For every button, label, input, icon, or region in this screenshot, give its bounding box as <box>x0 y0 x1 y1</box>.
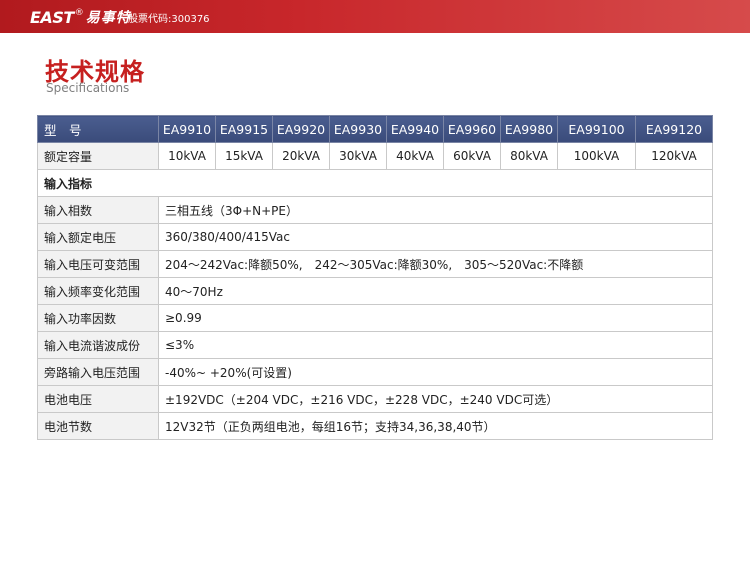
section-heading: 输入指标 <box>37 169 713 197</box>
model-cell: EA99120 <box>635 115 713 143</box>
capacity-cell: 15kVA <box>215 142 273 170</box>
east-logo: EAST ® 易事特 <box>30 6 131 28</box>
spec-row: 输入电压可变范围 204～242Vac:降额50%, 242～305Vac:降额3… <box>37 250 713 278</box>
logo-chinese-name: 易事特 <box>85 10 131 26</box>
spec-label: 输入频率变化范围 <box>37 277 159 305</box>
capacity-cell: 80kVA <box>500 142 558 170</box>
spec-value: 360/380/400/415Vac <box>158 223 713 251</box>
spec-label: 输入功率因数 <box>37 304 159 332</box>
capacity-label: 额定容量 <box>37 142 159 170</box>
spec-value: 204～242Vac:降额50%, 242～305Vac:降额30%, 305～… <box>158 250 713 278</box>
section-row-input: 输入指标 <box>37 169 713 197</box>
spec-row: 电池电压 ±192VDC（±204 VDC，±216 VDC，±228 VDC，±… <box>37 385 713 413</box>
spec-label: 旁路输入电压范围 <box>37 358 159 386</box>
spec-value: 12V32节（正负两组电池，每组16节；支持34,36,38,40节） <box>158 412 713 440</box>
spec-value: 40～70Hz <box>158 277 713 305</box>
model-cell: EA9930 <box>329 115 387 143</box>
spec-row: 输入电流谐波成份 ≤3% <box>37 331 713 359</box>
spec-row: 输入功率因数 ≥0.99 <box>37 304 713 332</box>
spec-value: ≤3% <box>158 331 713 359</box>
spec-label: 电池电压 <box>37 385 159 413</box>
model-cell: EA9980 <box>500 115 558 143</box>
spec-row: 输入相数 三相五线（3Φ+N+PE） <box>37 196 713 224</box>
capacity-cell: 100kVA <box>557 142 636 170</box>
capacity-row: 额定容量 10kVA 15kVA 20kVA 30kVA 40kVA 60kVA… <box>37 142 713 170</box>
spec-value: -40%~ +20%(可设置) <box>158 358 713 386</box>
model-cell: EA9960 <box>443 115 501 143</box>
capacity-cell: 40kVA <box>386 142 444 170</box>
model-cell: EA9915 <box>215 115 273 143</box>
spec-label: 输入相数 <box>37 196 159 224</box>
capacity-cell: 60kVA <box>443 142 501 170</box>
capacity-cell: 120kVA <box>635 142 713 170</box>
model-cell: EA99100 <box>557 115 636 143</box>
spec-label: 输入电压可变范围 <box>37 250 159 278</box>
model-cell: EA9940 <box>386 115 444 143</box>
capacity-cell: 20kVA <box>272 142 330 170</box>
top-banner: EAST ® 易事特 股票代码:300376 <box>0 0 750 33</box>
spec-label: 输入电流谐波成份 <box>37 331 159 359</box>
registered-mark: ® <box>74 8 84 18</box>
spec-table: 型 号 EA9910 EA9915 EA9920 EA9930 EA9940 E… <box>37 115 713 440</box>
spec-value: ≥0.99 <box>158 304 713 332</box>
capacity-cell: 30kVA <box>329 142 387 170</box>
spec-row: 输入额定电压 360/380/400/415Vac <box>37 223 713 251</box>
spec-row: 电池节数 12V32节（正负两组电池，每组16节；支持34,36,38,40节） <box>37 412 713 440</box>
model-row: 型 号 EA9910 EA9915 EA9920 EA9930 EA9940 E… <box>37 115 713 143</box>
spec-row: 输入频率变化范围 40～70Hz <box>37 277 713 305</box>
model-label: 型 号 <box>37 115 159 143</box>
model-cell: EA9910 <box>158 115 216 143</box>
spec-label: 电池节数 <box>37 412 159 440</box>
model-cell: EA9920 <box>272 115 330 143</box>
spec-value: ±192VDC（±204 VDC，±216 VDC，±228 VDC，±240 … <box>158 385 713 413</box>
spec-label: 输入额定电压 <box>37 223 159 251</box>
stock-code: 股票代码:300376 <box>128 14 210 25</box>
page-subtitle: Specifications <box>46 81 130 95</box>
logo-text: EAST <box>30 7 74 27</box>
capacity-cell: 10kVA <box>158 142 216 170</box>
spec-value: 三相五线（3Φ+N+PE） <box>158 196 713 224</box>
spec-row: 旁路输入电压范围 -40%~ +20%(可设置) <box>37 358 713 386</box>
